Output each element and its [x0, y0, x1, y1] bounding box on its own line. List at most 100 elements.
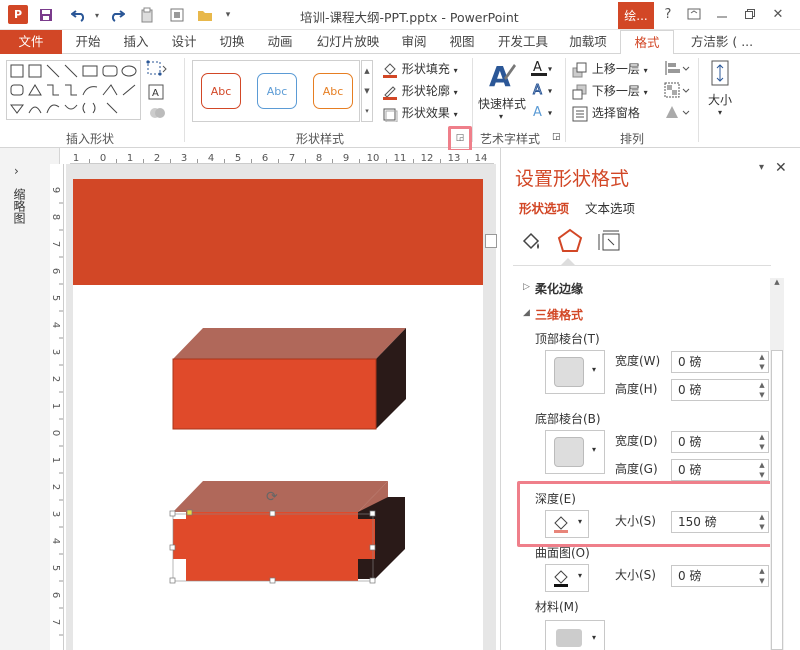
- selection-pane-button[interactable]: 选择窗格: [572, 104, 640, 122]
- restore-icon[interactable]: [738, 3, 762, 25]
- ruler-tick-label: 5: [50, 565, 61, 571]
- shape-effects-button[interactable]: 形状效果 ▾: [382, 104, 458, 122]
- edit-shape-icon[interactable]: [146, 60, 168, 79]
- powerpoint-icon[interactable]: P: [8, 5, 28, 24]
- text-box-icon[interactable]: A: [148, 84, 170, 103]
- shape-effects-label: 形状效果: [401, 106, 450, 120]
- shape-style-3[interactable]: Abc: [313, 73, 353, 109]
- group-objects-icon[interactable]: [664, 82, 690, 98]
- top-height-label: 高度(H): [615, 382, 658, 396]
- ribbon-divider: [472, 58, 473, 142]
- spinner-icon[interactable]: ▲ ▼: [756, 380, 768, 400]
- send-backward-button[interactable]: 下移一层 ▾: [572, 82, 648, 100]
- selection-pane-icon: [572, 106, 588, 121]
- chevron-down-icon: ▾: [498, 112, 503, 121]
- shape-outline-button[interactable]: 形状轮廓 ▾: [382, 82, 458, 100]
- ribbon-display-icon[interactable]: [682, 3, 706, 25]
- customize-quick-access-icon[interactable]: ▾: [222, 4, 234, 26]
- bottom-width-input[interactable]: 0 磅 ▲ ▼: [671, 431, 769, 453]
- shape-styles-launcher-highlight[interactable]: ◲: [448, 126, 472, 152]
- spinner-icon[interactable]: ▲ ▼: [756, 460, 768, 480]
- rotate-icon[interactable]: [664, 104, 690, 120]
- shape-fill-button[interactable]: 形状填充 ▾: [382, 60, 458, 78]
- contour-color-picker[interactable]: ▾: [545, 564, 589, 592]
- user-account[interactable]: 方洁影 ( ...: [680, 30, 764, 54]
- expand-thumbnails-icon[interactable]: ›: [14, 164, 19, 178]
- slide-edge-handle[interactable]: [485, 234, 497, 248]
- gallery-scroll-icon[interactable]: ▲ ▼ ▾: [361, 60, 373, 122]
- ruler-tick-label: 6: [262, 153, 268, 164]
- spinner-icon[interactable]: ▲ ▼: [756, 566, 768, 586]
- save-icon[interactable]: [36, 4, 56, 26]
- redo-icon[interactable]: [106, 4, 128, 26]
- ruler-tick-label: 8: [50, 214, 61, 220]
- soft-edges-section[interactable]: 柔化边缘: [535, 280, 583, 297]
- undo-dropdown-icon[interactable]: ▾: [92, 4, 102, 26]
- tab-shape-options[interactable]: 形状选项: [519, 198, 569, 217]
- shapes-gallery[interactable]: [6, 60, 141, 120]
- tab-developer[interactable]: 开发工具: [488, 30, 558, 54]
- shapes-gallery-icons[interactable]: [7, 61, 140, 119]
- close-window-button[interactable]: ✕: [766, 3, 790, 25]
- tab-animations[interactable]: 动画: [258, 30, 302, 54]
- tab-insert[interactable]: 插入: [114, 30, 158, 54]
- collapse-arrow-icon[interactable]: ◢: [523, 308, 530, 318]
- drawing-tools-tab[interactable]: 绘...: [618, 2, 654, 29]
- material-preview-icon: [556, 629, 582, 647]
- undo-icon[interactable]: [66, 4, 92, 26]
- top-height-input[interactable]: 0 磅 ▲ ▼: [671, 379, 769, 401]
- help-button[interactable]: ?: [656, 3, 680, 25]
- clipboard-icon[interactable]: [136, 4, 158, 26]
- tab-review[interactable]: 审阅: [392, 30, 436, 54]
- scroll-up-icon[interactable]: ▲: [770, 278, 784, 286]
- quick-styles-button[interactable]: A 快速样式 ▾: [478, 58, 526, 121]
- close-panel-button[interactable]: ✕: [775, 160, 787, 176]
- top-bevel-picker[interactable]: ▾: [545, 350, 605, 394]
- size-button[interactable]: 大小 ▾: [704, 58, 736, 117]
- spinner-icon[interactable]: ▲ ▼: [756, 432, 768, 452]
- bring-forward-button[interactable]: 上移一层 ▾: [572, 60, 648, 78]
- shape-style-2[interactable]: Abc: [257, 73, 297, 109]
- tab-slideshow[interactable]: 幻灯片放映: [308, 30, 388, 54]
- minimize-icon[interactable]: [710, 3, 734, 25]
- tab-transitions[interactable]: 切换: [210, 30, 254, 54]
- size-properties-icon[interactable]: [597, 230, 623, 257]
- panel-divider: [513, 265, 771, 266]
- shape-style-1[interactable]: Abc: [201, 73, 241, 109]
- bottom-width-label: 宽度(D): [615, 434, 658, 448]
- text-outline-button[interactable]: A ▾: [530, 82, 553, 99]
- scrollbar-thumb[interactable]: [771, 350, 783, 650]
- contour-size-input[interactable]: 0 磅 ▲ ▼: [671, 565, 769, 587]
- fill-line-icon[interactable]: [519, 230, 543, 257]
- align-icon[interactable]: [664, 60, 690, 76]
- shape-styles-gallery[interactable]: Abc Abc Abc: [192, 60, 360, 122]
- format-3d-section[interactable]: 三维格式: [535, 306, 583, 323]
- tab-format[interactable]: 格式: [620, 30, 674, 55]
- cross-3d-shape[interactable]: ⟳: [169, 481, 405, 584]
- send-backward-label: 下移一层: [591, 84, 640, 98]
- cuboid-shape[interactable]: [172, 328, 406, 430]
- touch-mode-icon[interactable]: [166, 4, 188, 26]
- effects-pentagon-icon[interactable]: [557, 228, 583, 257]
- ruler-tick-label: 5: [50, 295, 61, 301]
- folder-icon[interactable]: [194, 4, 216, 26]
- text-effects-button[interactable]: A ▾: [530, 104, 552, 120]
- panel-options-icon[interactable]: ▾: [759, 162, 764, 173]
- tab-design[interactable]: 设计: [162, 30, 206, 54]
- banner-rectangle[interactable]: [73, 179, 483, 285]
- text-fill-button[interactable]: A ▾: [530, 60, 552, 76]
- bottom-height-input[interactable]: 0 磅 ▲ ▼: [671, 459, 769, 481]
- tab-addins[interactable]: 加载项: [562, 30, 614, 54]
- tab-home[interactable]: 开始: [66, 30, 110, 54]
- expand-arrow-icon[interactable]: ▷: [523, 282, 530, 292]
- wordart-launcher-icon[interactable]: ◲: [552, 132, 561, 142]
- tab-view[interactable]: 视图: [440, 30, 484, 54]
- ruler-tick-label: 4: [208, 153, 214, 164]
- tab-file[interactable]: 文件: [0, 30, 62, 54]
- bottom-bevel-picker[interactable]: ▾: [545, 430, 605, 474]
- top-width-input[interactable]: 0 磅 ▲ ▼: [671, 351, 769, 373]
- tab-text-options[interactable]: 文本选项: [585, 198, 635, 217]
- material-picker[interactable]: ▾: [545, 620, 605, 650]
- bevel-preview-icon: [554, 357, 584, 387]
- spinner-icon[interactable]: ▲ ▼: [756, 352, 768, 372]
